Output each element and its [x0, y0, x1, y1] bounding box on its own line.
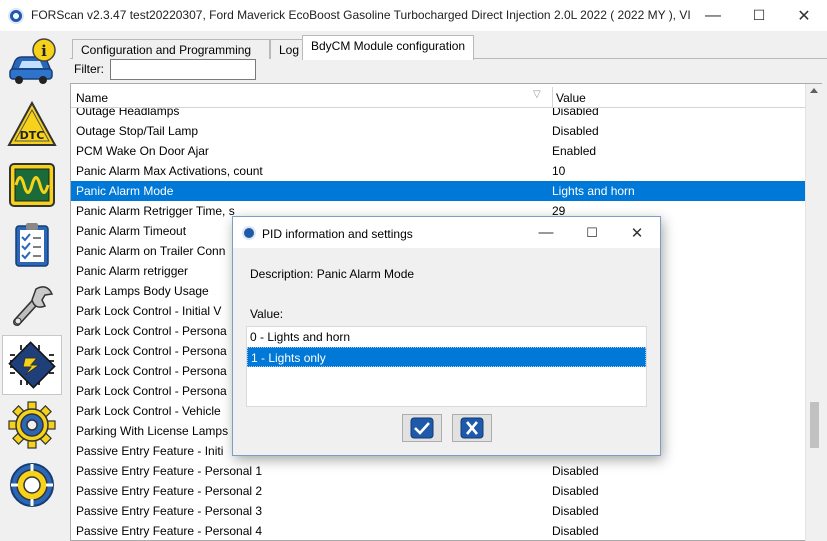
sidebar-service[interactable]	[2, 275, 62, 335]
dialog-title-bar: PID information and settings — ☐ ✕	[233, 217, 660, 248]
table-row[interactable]: Outage Stop/Tail Lamp Disabled	[71, 121, 808, 141]
dialog-app-icon	[242, 226, 256, 240]
dialog-title: PID information and settings	[262, 227, 413, 241]
value-listbox[interactable]: 0 - Lights and horn 1 - Lights only	[246, 326, 647, 407]
cancel-x-icon	[460, 417, 484, 439]
sort-indicator-icon: ▽	[533, 89, 541, 100]
sidebar-oscilloscope[interactable]	[2, 155, 62, 215]
wrench-icon	[13, 286, 54, 326]
row-name: Park Lock Control - Persona	[76, 344, 227, 358]
checklist-icon	[15, 223, 49, 267]
row-name: Parking With License Lamps	[76, 424, 229, 438]
window-title: FORScan v2.3.47 test20220307, Ford Maver…	[31, 8, 691, 22]
dialog-minimize-button[interactable]: —	[523, 217, 569, 248]
row-value: Disabled	[552, 504, 599, 518]
tab-configuration-programming[interactable]: Configuration and Programming	[72, 39, 270, 59]
table-row[interactable]: PCM Wake On Door Ajar Enabled	[71, 141, 808, 161]
row-name: Panic Alarm Retrigger Time, s	[76, 204, 235, 218]
close-button[interactable]: ✕	[781, 0, 827, 31]
row-value: Disabled	[552, 524, 599, 538]
row-value: Disabled	[552, 464, 599, 478]
dtc-warning-icon: DTC	[7, 100, 57, 146]
table-row[interactable]: Passive Entry Feature - Personal 1 Disabl…	[71, 461, 808, 481]
table-row[interactable]: Passive Entry Feature - Personal 3 Disabl…	[71, 501, 808, 521]
dialog-maximize-button[interactable]: ☐	[569, 217, 615, 248]
app-logo-icon	[8, 8, 24, 24]
sidebar-module-config[interactable]	[2, 335, 62, 395]
row-name: Panic Alarm retrigger	[76, 264, 189, 278]
table-row[interactable]: Passive Entry Feature - Personal 4 Disabl…	[71, 521, 808, 540]
settings-gear-icon	[8, 401, 56, 449]
sidebar-vehicle-info[interactable]: i	[2, 33, 62, 93]
row-name: Panic Alarm Timeout	[76, 224, 187, 238]
scroll-up-arrow-icon[interactable]	[810, 88, 818, 93]
cancel-button[interactable]	[452, 414, 492, 442]
row-value: Lights and horn	[552, 184, 635, 198]
sidebar-tests[interactable]	[2, 215, 62, 275]
row-name: Panic Alarm Mode	[76, 184, 174, 198]
minimize-button[interactable]: —	[690, 0, 736, 31]
column-divider[interactable]	[552, 87, 553, 108]
sidebar: i DTC	[0, 31, 64, 541]
value-option[interactable]: 0 - Lights and horn	[247, 327, 646, 347]
row-name: Park Lock Control - Persona	[76, 384, 227, 398]
row-name: Park Lock Control - Initial V	[76, 304, 222, 318]
svg-text:i: i	[41, 42, 47, 60]
row-name: PCM Wake On Door Ajar	[76, 144, 209, 158]
sidebar-help[interactable]	[2, 455, 62, 515]
row-name: Passive Entry Feature - Personal 4	[76, 524, 263, 538]
maximize-button[interactable]: ☐	[736, 0, 782, 31]
tab-log[interactable]: Log	[270, 39, 304, 59]
row-name: Park Lock Control - Vehicle	[76, 404, 221, 418]
vertical-scrollbar[interactable]	[805, 84, 822, 541]
row-name: Park Lock Control - Persona	[76, 324, 227, 338]
row-name: Passive Entry Feature - Personal 3	[76, 504, 263, 518]
value-option[interactable]: 1 - Lights only	[247, 347, 646, 367]
checkmark-icon	[410, 417, 434, 439]
row-name: Park Lamps Body Usage	[76, 284, 209, 298]
car-info-icon: i	[9, 38, 56, 84]
table-row[interactable]: Panic Alarm Max Activations, count 10	[71, 161, 808, 181]
row-value: Disabled	[552, 484, 599, 498]
row-name: Panic Alarm Max Activations, count	[76, 164, 263, 178]
row-value: 10	[552, 164, 566, 178]
dialog-close-button[interactable]: ✕	[614, 217, 660, 248]
oscilloscope-icon	[9, 163, 55, 207]
row-name: Passive Entry Feature - Personal 1	[76, 464, 263, 478]
grid-header: Name ▽ Value	[71, 87, 808, 108]
module-chip-icon	[8, 341, 56, 389]
column-header-value[interactable]: Value	[556, 91, 586, 105]
help-lifebuoy-icon	[10, 463, 54, 507]
column-header-name[interactable]: Name	[76, 91, 108, 105]
row-name: Panic Alarm on Trailer Conn	[76, 244, 226, 258]
table-row[interactable]: Panic Alarm Mode Lights and horn	[71, 181, 808, 201]
row-name: Park Lock Control - Persona	[76, 364, 227, 378]
svg-text:DTC: DTC	[20, 129, 45, 142]
row-name: Passive Entry Feature - Personal 2	[76, 484, 263, 498]
title-bar: FORScan v2.3.47 test20220307, Ford Maver…	[0, 0, 827, 31]
row-name: Outage Stop/Tail Lamp	[76, 124, 199, 138]
sidebar-settings[interactable]	[2, 395, 62, 455]
row-name: Passive Entry Feature - Initi	[76, 444, 224, 458]
row-value: Disabled	[552, 124, 599, 138]
scrollbar-thumb[interactable]	[810, 402, 819, 448]
ok-button[interactable]	[402, 414, 442, 442]
table-row[interactable]: Passive Entry Feature - Personal 2 Disabl…	[71, 481, 808, 501]
tab-bdycm-module-config[interactable]: BdyCM Module configuration	[302, 35, 474, 60]
filter-label: Filter:	[74, 62, 104, 76]
pid-settings-dialog: PID information and settings — ☐ ✕ Descr…	[232, 216, 661, 456]
row-value: Enabled	[552, 144, 597, 158]
value-label: Value:	[250, 307, 284, 321]
pid-description: Description: Panic Alarm Mode	[250, 267, 415, 281]
sidebar-dtc[interactable]: DTC	[2, 95, 62, 155]
filter-input[interactable]	[110, 59, 256, 80]
